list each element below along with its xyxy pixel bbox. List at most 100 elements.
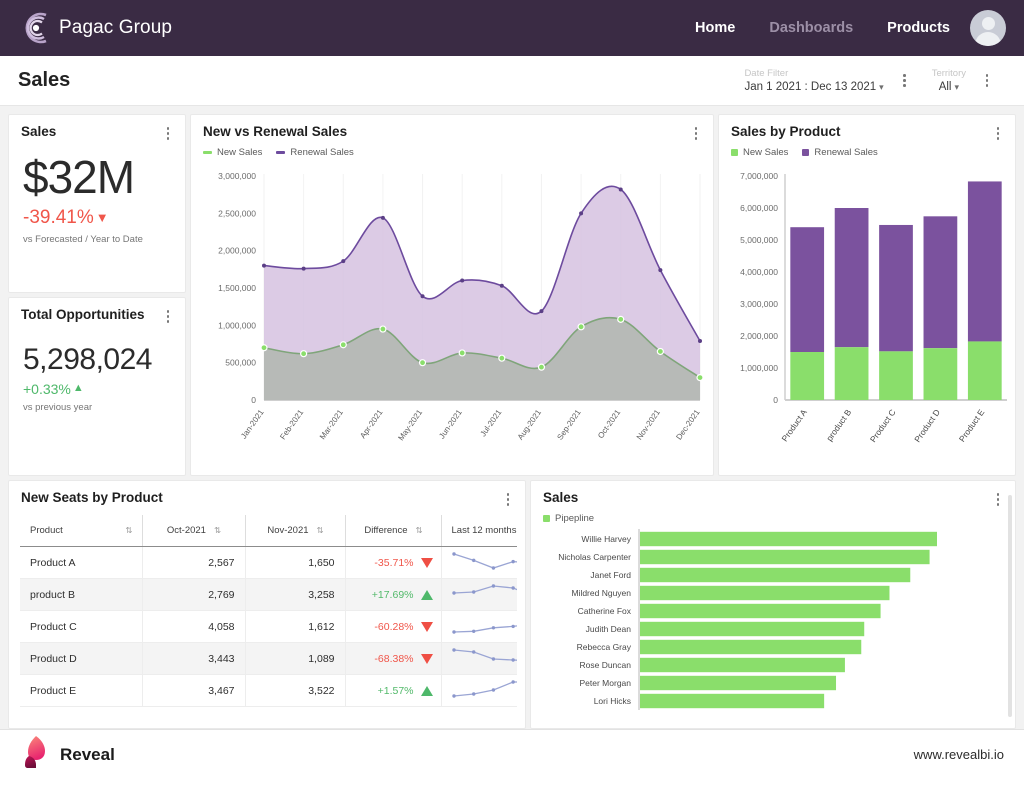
date-filter-label: Date Filter [744, 67, 789, 79]
svg-text:Apr-2021: Apr-2021 [358, 407, 385, 440]
svg-text:Janet Ford: Janet Ford [590, 570, 631, 580]
svg-text:Dec-2021: Dec-2021 [674, 407, 702, 441]
panel-title: New vs Renewal Sales [203, 124, 348, 139]
legend-item-renewal-sales[interactable]: Renewal Sales [276, 147, 354, 158]
filter-bar: Date Filter Jan 1 2021 : Dec 13 2021 ▾ Te… [744, 67, 1008, 95]
svg-text:Willie Harvey: Willie Harvey [581, 534, 631, 544]
panel-menu-button[interactable] [161, 124, 175, 140]
panel-title: Sales [21, 124, 57, 139]
cell-product: Product A [20, 546, 143, 579]
difference-value: +17.69% [371, 588, 414, 601]
territory-filter-menu-button[interactable] [980, 74, 994, 87]
cell-nov-2021: 3,258 [245, 578, 346, 611]
legend-item-new-sales[interactable]: New Sales [731, 147, 788, 158]
page-title: Sales [18, 69, 71, 91]
nav-link-dashboards[interactable]: Dashboards [767, 16, 855, 40]
legend-swatch-icon [203, 150, 212, 154]
arrow-up-icon [420, 589, 433, 600]
date-filter-value[interactable]: Jan 1 2021 : Dec 13 2021 ▾ [744, 80, 883, 95]
cell-oct-2021: 3,467 [142, 674, 246, 707]
nav-link-home[interactable]: Home [693, 16, 737, 40]
difference-value: -68.38% [374, 652, 414, 665]
difference-value: -35.71% [374, 556, 414, 569]
legend-swatch-icon [731, 148, 738, 156]
table-scroll-container[interactable]: Product ⇅ Oct-2021 ⇅ Nov-2021 ⇅ Difference ⇅ [20, 514, 517, 707]
arrow-up-icon: ▲ [72, 382, 84, 394]
dashboard-grid: Sales $32M -39.41% ▼ vs Forecasted / Yea… [0, 106, 1024, 729]
sort-icon[interactable]: ⇅ [317, 525, 324, 536]
cell-difference: -35.71% [345, 546, 442, 579]
column-header-last-12-months[interactable]: Last 12 months [441, 514, 517, 547]
column-header-nov-2021[interactable]: Nov-2021 ⇅ [245, 514, 346, 547]
sort-icon[interactable]: ⇅ [416, 525, 423, 536]
panel-sales-pipeline: Sales Pipepline Willie Harvey Nicholas Ca… [530, 480, 1016, 729]
svg-text:Mar-2021: Mar-2021 [318, 407, 345, 441]
legend-item-new-sales[interactable]: New Sales [203, 147, 262, 158]
cell-sparkline [441, 642, 517, 675]
panel-menu-button[interactable] [689, 124, 703, 140]
svg-text:7,000,000: 7,000,000 [740, 171, 778, 181]
svg-text:Jun-2021: Jun-2021 [437, 407, 464, 440]
column-header-difference[interactable]: Difference ⇅ [345, 514, 442, 547]
svg-text:Product C: Product C [868, 407, 898, 444]
legend-label: New Sales [217, 146, 263, 158]
cell-oct-2021: 2,567 [142, 546, 246, 579]
nav-link-products[interactable]: Products [885, 16, 952, 40]
cell-difference: +17.69% [345, 578, 442, 611]
vertical-scrollbar[interactable] [1008, 495, 1012, 717]
footer-url: www.revealbi.io [913, 747, 1004, 762]
territory-filter[interactable]: Territory All ▾ [932, 67, 966, 95]
panel-menu-button[interactable] [991, 124, 1005, 140]
legend-item-renewal-sales[interactable]: Renewal Sales [802, 147, 878, 158]
kpi-subtitle: vs previous year [23, 401, 93, 413]
svg-text:May-2021: May-2021 [396, 407, 424, 442]
panel-menu-button[interactable] [161, 307, 175, 323]
svg-text:Rose Duncan: Rose Duncan [579, 660, 631, 670]
sparkline-icon [451, 552, 517, 570]
arrow-down-icon [420, 653, 433, 664]
sparkline-icon [451, 584, 517, 595]
column-header-oct-2021[interactable]: Oct-2021 ⇅ [142, 514, 246, 547]
date-filter-menu-button[interactable] [898, 74, 912, 87]
column-label: Difference [364, 524, 408, 536]
panel-title: New Seats by Product [21, 490, 163, 505]
sparkline-icon [451, 648, 517, 662]
dashboard-row-2: New Seats by Product Product ⇅ Oct-2021 ⇅ [8, 480, 1016, 729]
svg-text:1,500,000: 1,500,000 [218, 283, 256, 293]
svg-text:2,500,000: 2,500,000 [218, 208, 256, 218]
table-row[interactable]: Product C 4,058 1,612 -60.28% [20, 610, 517, 643]
panel-menu-button[interactable] [501, 490, 515, 506]
legend-label: Pipepline [555, 512, 595, 524]
legend-item-pipepline[interactable]: Pipepline [543, 513, 594, 524]
chevron-down-icon: ▾ [954, 81, 959, 92]
cell-sparkline [441, 674, 517, 707]
stacked-bar-chart-svg: 0 1,000,000 2,000,000 3,000,000 4,000,000 5,0… [740, 171, 1007, 444]
arrow-down-icon [420, 621, 433, 632]
table-row[interactable]: Product E 3,467 3,522 +1.57% [20, 674, 517, 707]
page-header: Sales Date Filter Jan 1 2021 : Dec 13 20… [0, 56, 1024, 106]
cell-sparkline [441, 610, 517, 643]
table-row[interactable]: Product D 3,443 1,089 -68.38% [20, 642, 517, 675]
sort-icon[interactable]: ⇅ [214, 525, 221, 536]
territory-filter-value[interactable]: All ▾ [932, 80, 966, 95]
svg-text:Jan-2021: Jan-2021 [239, 407, 266, 440]
svg-text:5,000,000: 5,000,000 [740, 235, 778, 245]
chart-legend: Pipepline [531, 506, 1015, 524]
arrow-down-icon [420, 557, 433, 568]
panel-menu-button[interactable] [991, 490, 1005, 506]
table-row[interactable]: Product A 2,567 1,650 -35.71% [20, 546, 517, 579]
column-header-product[interactable]: Product ⇅ [20, 514, 143, 547]
svg-text:Sep-2021: Sep-2021 [555, 407, 583, 441]
cell-product: Product E [20, 674, 143, 707]
svg-text:4,000,000: 4,000,000 [740, 267, 778, 277]
svg-text:0: 0 [773, 395, 778, 405]
legend-swatch-icon [276, 150, 286, 154]
table-row[interactable]: product B 2,769 3,258 +17.69% [20, 578, 517, 611]
date-filter[interactable]: Date Filter Jan 1 2021 : Dec 13 2021 ▾ [744, 67, 883, 95]
sparkline-icon [451, 680, 517, 698]
top-navigation-bar: Pagac Group Home Dashboards Products [0, 0, 1024, 56]
user-avatar-icon[interactable] [970, 10, 1006, 46]
sort-icon[interactable]: ⇅ [125, 525, 132, 536]
svg-text:Nicholas Carpenter: Nicholas Carpenter [558, 552, 631, 562]
brand-logo[interactable]: Pagac Group [16, 11, 172, 45]
